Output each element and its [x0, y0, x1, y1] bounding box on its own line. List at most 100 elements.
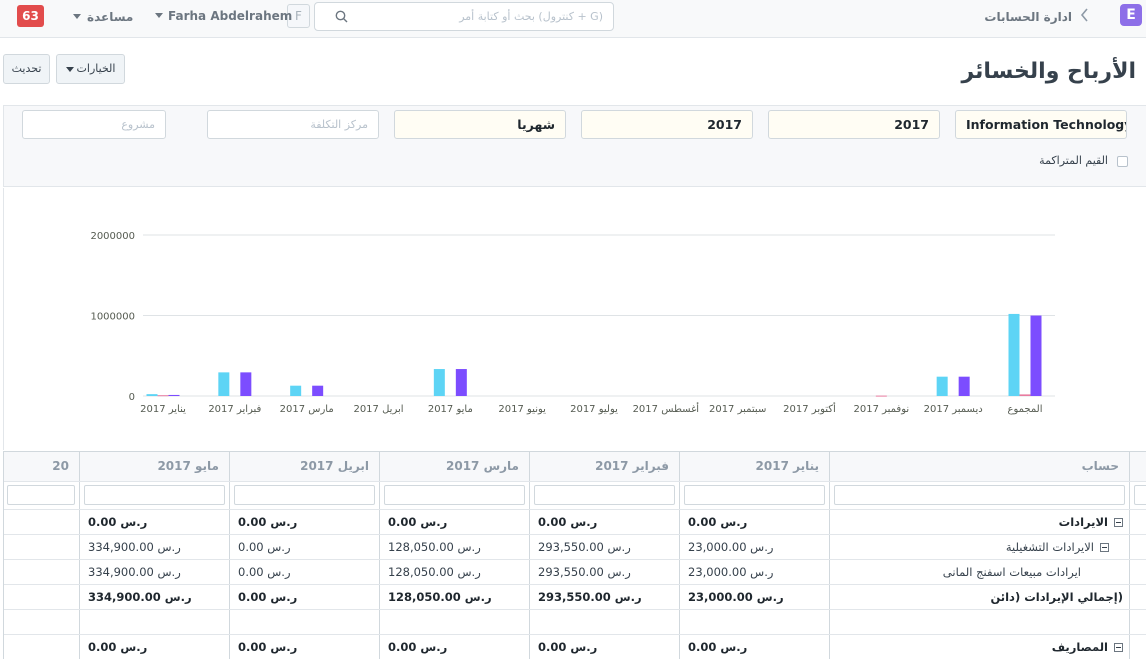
amount-cell[interactable]: ر.س 0.00 — [679, 509, 830, 535]
column-filter-input[interactable] — [829, 481, 1130, 510]
options-label: الخيارات — [76, 62, 116, 75]
column-header-jan[interactable]: يناير 2017 — [679, 452, 830, 482]
collapse-toggle-icon[interactable] — [1114, 642, 1123, 652]
amount-cell[interactable] — [4, 559, 80, 585]
amount-cell[interactable]: ر.س 334,900.00 — [79, 534, 230, 560]
row-index: 5 — [1129, 609, 1146, 635]
amount-cell[interactable] — [4, 634, 80, 659]
amount-cell[interactable]: ر.س 293,550.00 — [529, 584, 680, 610]
column-header-may[interactable]: مايو 2017 — [79, 452, 230, 482]
column-filter-input[interactable] — [379, 481, 530, 510]
options-button[interactable]: الخيارات — [56, 54, 125, 84]
column-filter-input[interactable] — [4, 481, 80, 510]
column-filter-input[interactable] — [679, 481, 830, 510]
amount-cell[interactable] — [79, 609, 230, 635]
account-name: (إجمالي الإيرادات (دائن — [990, 589, 1123, 604]
column-header-feb[interactable]: فبراير 2017 — [529, 452, 680, 482]
account-cell[interactable] — [829, 609, 1130, 635]
amount-cell[interactable]: ر.س 0.00 — [229, 584, 380, 610]
column-filter-input[interactable] — [229, 481, 380, 510]
account-cell[interactable]: الايرادات التشغيلية — [829, 534, 1130, 560]
user-menu[interactable]: Farha Abdelrahem — [168, 9, 292, 23]
amount-cell[interactable]: ر.س 0.00 — [229, 509, 380, 535]
amount-cell[interactable]: ر.س 0.00 — [229, 559, 380, 585]
row-index: 2 — [1129, 534, 1146, 560]
search-input[interactable]: بحث أو كتابة أمر (كنترول + G) — [314, 2, 614, 31]
bar-chart: 0 1000000 2000000 يناير 2017 فبراير 2017 مارس… — [90, 231, 1055, 415]
amount-cell[interactable]: ر.س 0.00 — [229, 634, 380, 659]
amount-cell[interactable]: ر.س 0.00 — [379, 634, 530, 659]
table-row[interactable]: 5 — [4, 609, 1146, 635]
amount-cell[interactable] — [4, 534, 80, 560]
account-name: ايرادات مبيعات اسفنج المانى — [942, 564, 1081, 579]
company-filter[interactable]: Information Technology ‪:‬ — [955, 110, 1127, 139]
amount-cell[interactable]: ر.س 23,000.00 — [679, 584, 830, 610]
amount-cell[interactable] — [4, 584, 80, 610]
amount-cell[interactable]: ر.س 128,050.00 — [379, 559, 530, 585]
column-header-account[interactable]: حساب — [829, 452, 1130, 482]
table-row[interactable]: 2 الايرادات التشغيلية ر.س 23,000.00ر.س 293… — [4, 534, 1146, 560]
column-header-apr[interactable]: ابريل 2017 — [229, 452, 380, 482]
bar — [1008, 313, 1020, 396]
collapse-toggle-icon[interactable] — [1114, 517, 1123, 527]
account-cell[interactable]: المصاريف — [829, 634, 1130, 659]
amount-cell[interactable]: ر.س 23,000.00 — [679, 559, 830, 585]
amount-cell[interactable]: ر.س 128,050.00 — [379, 534, 530, 560]
to-fiscal-year-filter[interactable]: 2017 — [581, 110, 753, 139]
column-header-next[interactable]: 20 — [4, 452, 80, 482]
amount-cell[interactable]: ر.س 0.00 — [679, 634, 830, 659]
account-cell[interactable]: (إجمالي الإيرادات (دائن — [829, 584, 1130, 610]
column-header-mar[interactable]: مارس 2017 — [379, 452, 530, 482]
column-filter-input[interactable] — [1129, 481, 1146, 510]
column-filter-input[interactable] — [79, 481, 230, 510]
x-tick-label: نوفمبر 2017 — [853, 404, 909, 415]
account-cell[interactable]: ايرادات مبيعات اسفنج المانى — [829, 559, 1130, 585]
amount-cell[interactable]: ر.س 293,550.00 — [529, 559, 680, 585]
refresh-button[interactable]: تحديث — [3, 54, 50, 84]
amount-cell[interactable]: ر.س 0.00 — [379, 509, 530, 535]
amount-cell[interactable] — [4, 609, 80, 635]
bar — [312, 385, 324, 396]
cost-center-filter[interactable]: مركز التكلفة — [207, 110, 379, 139]
bar — [240, 372, 252, 396]
amount-cell[interactable] — [529, 609, 680, 635]
column-filter-input[interactable] — [529, 481, 680, 510]
amount-cell[interactable]: ر.س 128,050.00 — [379, 584, 530, 610]
from-fiscal-year-filter[interactable]: 2017 — [768, 110, 940, 139]
amount-cell[interactable]: ر.س 0.00 — [79, 509, 230, 535]
bar — [936, 376, 948, 396]
help-menu[interactable]: مساعدة — [87, 10, 133, 24]
table-row[interactable]: 1الايراداتر.س 0.00ر.س 0.00ر.س 0.00ر.س 0.… — [4, 509, 1146, 535]
column-header-index[interactable]: م — [1129, 452, 1146, 482]
amount-cell[interactable] — [4, 509, 80, 535]
breadcrumb[interactable]: ادارة الحسابات — [984, 10, 1072, 24]
amount-cell[interactable]: ر.س 0.00 — [229, 534, 380, 560]
account-cell[interactable]: الايرادات — [829, 509, 1130, 535]
chevron-left-icon[interactable] — [1080, 7, 1090, 27]
row-index: 4 — [1129, 584, 1146, 610]
amount-cell[interactable]: ر.س 0.00 — [529, 634, 680, 659]
amount-cell[interactable]: ر.س 334,900.00 — [79, 584, 230, 610]
x-tick-label: أغسطس 2017 — [633, 402, 700, 415]
amount-cell[interactable]: ر.س 334,900.00 — [79, 559, 230, 585]
table-row[interactable]: 6المصاريفر.س 0.00ر.س 0.00ر.س 0.00ر.س 0.0… — [4, 634, 1146, 659]
table-row[interactable]: 4(إجمالي الإيرادات (دائنر.س 23,000.00ر.س… — [4, 584, 1146, 610]
amount-cell[interactable]: ر.س 0.00 — [529, 509, 680, 535]
app-logo[interactable]: E — [1120, 4, 1142, 26]
amount-cell[interactable]: ر.س 0.00 — [79, 634, 230, 659]
amount-cell[interactable] — [229, 609, 380, 635]
x-tick-label: مارس 2017 — [280, 404, 334, 415]
chevron-down-icon[interactable] — [73, 14, 81, 19]
project-filter[interactable]: مشروع — [22, 110, 166, 139]
table-row[interactable]: 3 ايرادات مبيعات اسفنج المانى ر.س 23,000.0… — [4, 559, 1146, 585]
notification-badge[interactable]: 63 — [17, 5, 44, 27]
x-tick-label: يناير 2017 — [140, 404, 186, 415]
amount-cell[interactable]: ر.س 293,550.00 — [529, 534, 680, 560]
amount-cell[interactable]: ر.س 23,000.00 — [679, 534, 830, 560]
collapse-toggle-icon[interactable] — [1100, 542, 1109, 552]
amount-cell[interactable] — [379, 609, 530, 635]
chevron-down-icon[interactable] — [155, 13, 163, 18]
accumulated-values-checkbox[interactable] — [1117, 156, 1128, 167]
periodicity-filter[interactable]: شهريا — [394, 110, 566, 139]
amount-cell[interactable] — [679, 609, 830, 635]
